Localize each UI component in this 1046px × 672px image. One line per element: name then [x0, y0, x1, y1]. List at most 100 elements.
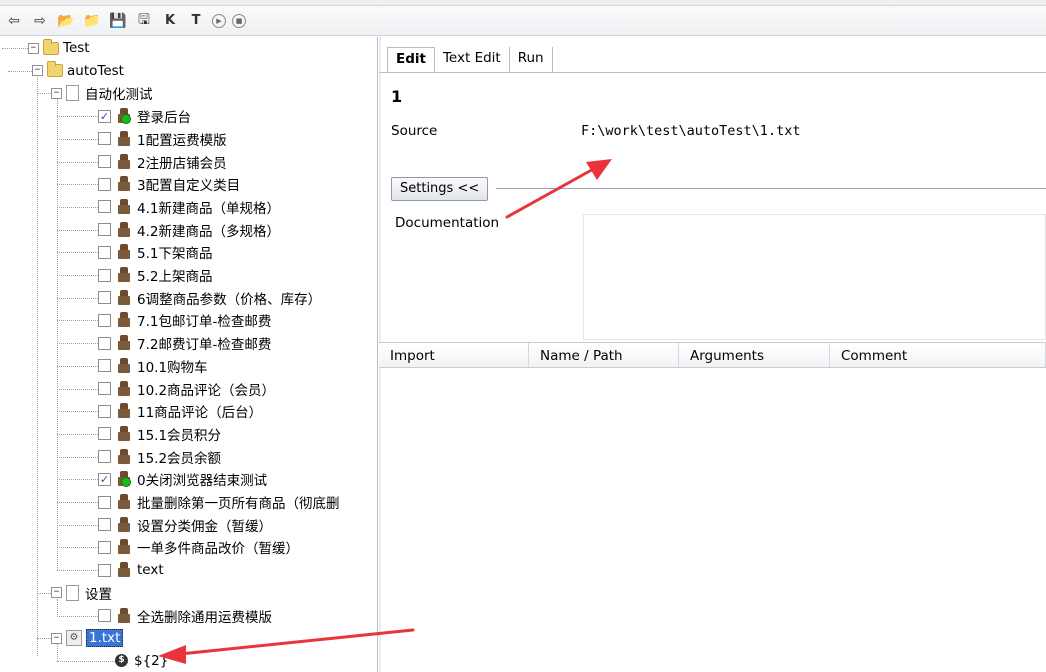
tree-guide-line [57, 365, 98, 367]
checkbox[interactable] [98, 563, 111, 577]
test-case-icon [117, 312, 131, 328]
tree-node-label: 5.2上架商品 [137, 269, 213, 285]
tree-node-test-case[interactable]: 2注册店铺会员 [98, 151, 227, 173]
tree-guide-line [57, 570, 98, 572]
checkbox[interactable] [98, 336, 111, 350]
tree-node-suite[interactable]: − 自动化测试 [51, 82, 153, 104]
keyword-search-icon[interactable]: K [160, 11, 180, 31]
checkbox[interactable] [98, 313, 111, 327]
checkbox[interactable] [98, 132, 111, 146]
checkbox[interactable] [98, 540, 111, 554]
checkbox[interactable] [98, 382, 111, 395]
test-case-icon [117, 153, 131, 170]
tree-node-test-case[interactable]: 设置分类佣金（暂缓） [98, 514, 272, 536]
checkbox[interactable] [98, 609, 111, 622]
test-case-icon [117, 607, 131, 624]
checkbox[interactable] [98, 450, 111, 464]
checkbox[interactable] [98, 155, 111, 168]
forward-icon[interactable]: ⇨ [30, 11, 50, 31]
tree-node-test-case[interactable]: text [98, 559, 164, 581]
checkbox[interactable] [98, 427, 111, 441]
tree-guide-line [57, 161, 98, 163]
tree-guide-line [57, 320, 98, 322]
tree-node-label: 5.1下架商品 [137, 246, 213, 263]
tree-node-label: 2注册店铺会员 [137, 155, 227, 172]
tree-node-test-root[interactable]: − Test [28, 37, 90, 59]
robot-head [120, 516, 128, 523]
tree-node-test-case[interactable]: 一单多件商品改价（暂缓） [98, 536, 299, 558]
robot-body [118, 454, 130, 464]
tree-node-test-case[interactable]: 11商品评论（后台） [98, 400, 262, 422]
checkbox[interactable] [98, 177, 111, 191]
tree-node-test-case[interactable]: 15.2会员余额 [98, 446, 221, 468]
tree-node-variable[interactable]: $ ${2} [115, 650, 168, 672]
folder-icon [47, 61, 63, 78]
checkbox[interactable] [98, 223, 111, 237]
checkbox[interactable] [98, 268, 111, 282]
run-icon[interactable]: ▶ [212, 13, 226, 28]
robot-head [120, 289, 128, 296]
checkbox[interactable] [98, 200, 111, 214]
tree-node-test-case[interactable]: 7.1包邮订单-检查邮费 [98, 309, 271, 331]
tree-node-test-case[interactable]: 5.2上架商品 [98, 264, 212, 286]
checkbox[interactable] [98, 518, 111, 532]
column-header-name-path[interactable]: Name / Path [529, 343, 679, 367]
collapse-toggle[interactable]: − [51, 632, 62, 644]
tree-node-test-case[interactable]: 3配置自定义类目 [98, 173, 240, 195]
tree-node-test-case[interactable]: 4.2新建商品（多规格） [98, 219, 280, 241]
save-icon[interactable]: 💾 [108, 11, 128, 31]
folder-icon [43, 38, 59, 55]
tree-node-test-case[interactable]: ✓ 登录后台 [98, 105, 191, 127]
tree-node-resource[interactable]: − ⚙ 1.txt [51, 627, 124, 649]
robot-body [118, 363, 130, 373]
tree-node-test-case[interactable]: 1配置运费模版 [98, 128, 227, 150]
tree-node-test-case[interactable]: 7.2邮费订单-检查邮费 [98, 332, 271, 354]
tree-node-test-case[interactable]: 5.1下架商品 [98, 241, 212, 263]
tab-edit[interactable]: Edit [387, 47, 435, 72]
tree-guide-line [57, 297, 98, 299]
tree-node-test-case[interactable]: 6调整商品参数（价格、库存） [98, 287, 321, 309]
tree-guide-line [57, 524, 98, 526]
project-tree[interactable]: − Test − autoTest − 自动化测试 ✓ 登录后台 1配置运费模版 2注册店铺会员 3… [0, 37, 378, 672]
tree-node-project[interactable]: − autoTest [32, 60, 124, 82]
tree-node-test-case[interactable]: 全选删除通用运费模版 [98, 605, 272, 627]
resource-file-icon: ⚙ [66, 630, 82, 647]
tree-node-suite[interactable]: − 设置 [51, 582, 112, 604]
checkbox-checked[interactable]: ✓ [98, 472, 111, 486]
checkbox[interactable] [98, 404, 111, 418]
open-folder-icon[interactable]: 📂 [56, 11, 76, 31]
column-header-import[interactable]: Import [379, 343, 529, 367]
back-icon[interactable]: ⇦ [4, 11, 24, 31]
test-case-icon [117, 176, 131, 192]
test-case-icon [117, 494, 131, 510]
robot-body [118, 500, 130, 509]
stop-icon[interactable]: ■ [232, 13, 246, 28]
tree-node-test-case[interactable]: 15.1会员积分 [98, 423, 221, 445]
checkbox-checked[interactable]: ✓ [98, 109, 111, 123]
tree-node-test-case[interactable]: 4.1新建商品（单规格） [98, 196, 280, 218]
test-search-icon[interactable]: T [186, 11, 206, 31]
checkbox[interactable] [98, 359, 111, 373]
tree-node-test-case[interactable]: 10.2商品评论（会员） [98, 378, 275, 400]
column-header-arguments[interactable]: Arguments [679, 343, 830, 367]
column-header-comment[interactable]: Comment [830, 343, 1046, 367]
checkbox[interactable] [98, 245, 111, 259]
checkbox[interactable] [98, 495, 111, 509]
test-case-icon [117, 335, 131, 351]
test-passed-icon [117, 108, 131, 125]
tree-node-test-case[interactable]: 10.1购物车 [98, 355, 208, 377]
collapse-toggle[interactable]: − [28, 42, 39, 54]
collapse-toggle[interactable]: − [32, 65, 43, 77]
tree-node-test-case[interactable]: ✓ 0关闭浏览器结束测试 [98, 468, 267, 490]
checkbox[interactable] [98, 291, 111, 305]
tree-guide-line [37, 638, 51, 640]
tab-text-edit[interactable]: Text Edit [435, 47, 510, 72]
collapse-toggle[interactable]: − [51, 587, 62, 599]
documentation-field[interactable] [583, 214, 1046, 340]
save-all-icon[interactable]: 🖫 [134, 11, 154, 31]
tree-node-test-case[interactable]: 批量删除第一页所有商品（彻底删 [98, 491, 340, 513]
tab-run[interactable]: Run [510, 47, 553, 72]
collapse-toggle[interactable]: − [51, 87, 62, 99]
folder-icon[interactable]: 📁 [82, 11, 102, 31]
settings-toggle-button[interactable]: Settings << [391, 177, 489, 201]
